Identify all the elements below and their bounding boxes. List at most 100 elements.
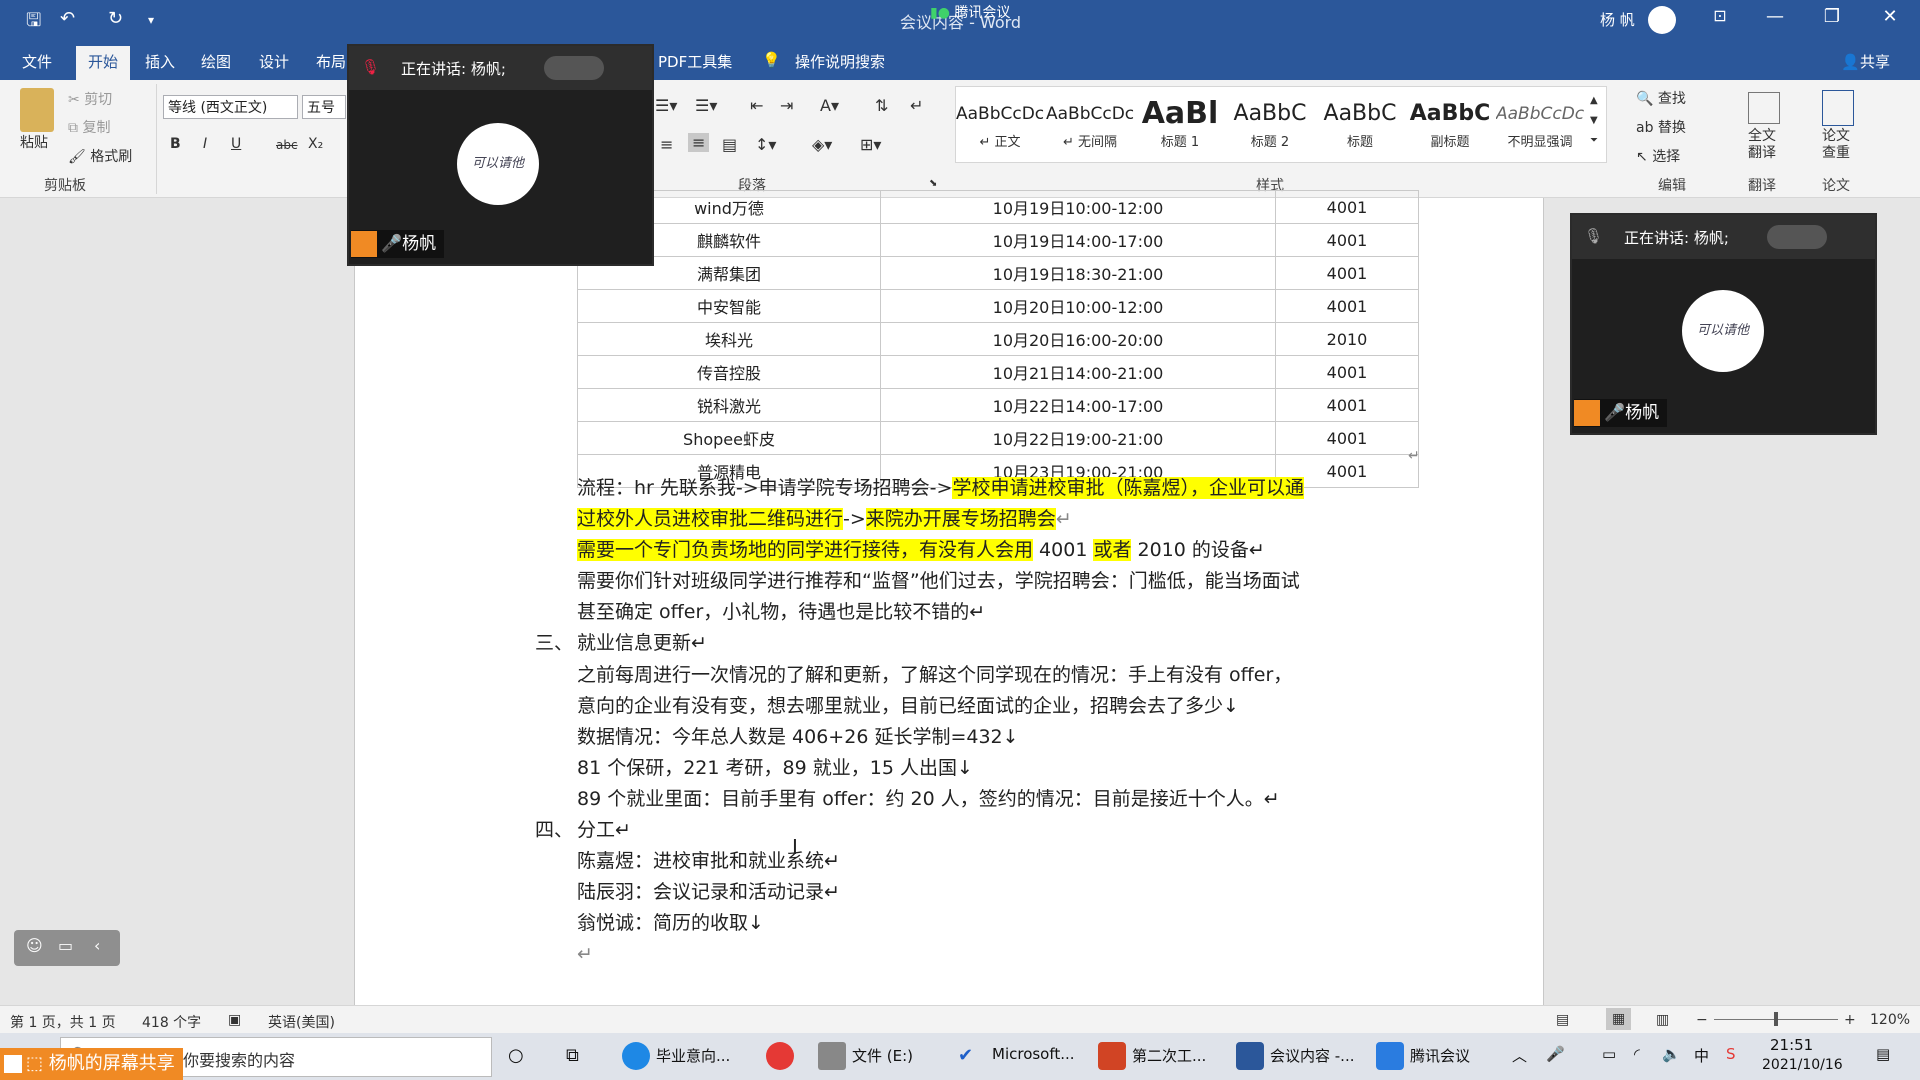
ribbon-display-icon[interactable]: ⊡ — [1700, 6, 1740, 25]
show-hidden-icons-icon[interactable]: ︿ — [1512, 1045, 1527, 1066]
time-cell[interactable]: 10月20日10:00-12:00 — [880, 289, 1276, 323]
tab-file[interactable]: 文件 — [22, 51, 52, 72]
proofing-icon[interactable]: ▣ — [228, 1012, 241, 1028]
ime-indicator[interactable]: 中 — [1694, 1045, 1709, 1066]
italic-button[interactable]: I — [203, 136, 207, 152]
translate-icon[interactable] — [1748, 92, 1780, 124]
word-count[interactable]: 418 个字 — [142, 1012, 201, 1032]
clock-date[interactable]: 2021/10/16 — [1762, 1057, 1843, 1073]
close-button[interactable]: ✕ — [1870, 6, 1910, 27]
word-icon[interactable] — [1236, 1042, 1264, 1070]
print-layout-icon[interactable]: ▦ — [1606, 1008, 1632, 1030]
style-heading-2[interactable]: AaBbC 标题 2 — [1226, 97, 1314, 159]
time-cell[interactable]: 10月20日16:00-20:00 — [880, 322, 1276, 356]
company-cell[interactable]: 埃科光 — [577, 322, 881, 356]
todo-icon[interactable]: ✔ — [958, 1045, 973, 1066]
subscript-button[interactable]: X₂ — [308, 136, 323, 152]
task-view-icon[interactable]: ⧉ — [566, 1045, 579, 1066]
style-subtle-emphasis[interactable]: AaBbCcDc 不明显强调 — [1496, 97, 1584, 159]
underline-button[interactable]: U — [231, 136, 241, 152]
tab-pdf-tools[interactable]: PDF工具集 — [658, 51, 732, 72]
shading-icon[interactable]: ◈▾ — [812, 135, 832, 154]
line-spacing-icon[interactable]: ↕▾ — [755, 135, 776, 154]
sogou-icon[interactable]: S — [1726, 1045, 1736, 1063]
room-cell[interactable]: 4001 — [1275, 256, 1419, 290]
cortana-icon[interactable]: ○ — [508, 1045, 524, 1066]
tab-layout[interactable]: 布局 — [316, 51, 346, 72]
room-cell[interactable]: 4001 — [1275, 289, 1419, 323]
tell-me-search[interactable]: 操作说明搜索 — [795, 51, 885, 72]
time-cell[interactable]: 10月21日14:00-21:00 — [880, 355, 1276, 389]
account-avatar[interactable] — [1648, 6, 1676, 34]
cut-button[interactable]: ✂ 剪切 — [68, 89, 112, 109]
microphone-icon[interactable]: 🎤 — [1546, 1045, 1565, 1063]
meeting-video-panel-right[interactable]: 🎙 正在讲话: 杨帆; 可以请他 🎤杨帆 — [1570, 213, 1877, 435]
company-cell[interactable]: 锐科激光 — [577, 388, 881, 422]
tab-home[interactable]: 开始 — [76, 46, 131, 80]
font-name-select[interactable]: 等线 (西文正文) — [163, 95, 298, 119]
explorer-icon[interactable] — [818, 1042, 846, 1070]
time-cell[interactable]: 10月19日14:00-17:00 — [880, 223, 1276, 257]
full-translate-button[interactable]: 全文 翻译 — [1748, 128, 1776, 162]
read-mode-icon[interactable]: ▤ — [1556, 1012, 1569, 1028]
powerpoint-icon[interactable] — [1098, 1042, 1126, 1070]
paste-button[interactable]: 粘贴 — [20, 132, 48, 152]
room-cell[interactable]: 4001 — [1275, 223, 1419, 257]
wifi-icon[interactable]: ◜ — [1634, 1045, 1640, 1063]
tencent-meeting-icon[interactable] — [1376, 1042, 1404, 1070]
chinese-layout-icon[interactable]: A▾ — [820, 96, 839, 115]
time-cell[interactable]: 10月19日18:30-21:00 — [880, 256, 1276, 290]
taskbar-item-microsoft[interactable]: Microsoft... — [992, 1045, 1075, 1063]
room-cell[interactable]: 2010 — [1275, 322, 1419, 356]
bullets-icon[interactable]: ☰▾ — [655, 96, 677, 115]
page-count[interactable]: 第 1 页，共 1 页 — [10, 1012, 116, 1032]
tab-draw[interactable]: 绘图 — [201, 51, 231, 72]
copy-button[interactable]: ⧉ 复制 — [68, 117, 110, 137]
volume-icon[interactable]: 🔈 — [1662, 1045, 1681, 1063]
room-cell[interactable]: 4001 — [1275, 355, 1419, 389]
emoji-icon[interactable]: ☺ — [26, 936, 43, 955]
font-size-select[interactable]: 五号 — [302, 95, 346, 119]
sort-icon[interactable]: ⇅ — [875, 96, 888, 115]
customize-qat-icon[interactable]: ▾ — [148, 13, 154, 27]
collapse-chevron-icon[interactable]: ‹ — [94, 936, 100, 955]
room-cell[interactable]: 4001 — [1275, 388, 1419, 422]
format-painter-button[interactable]: 🖌 格式刷 — [68, 146, 132, 166]
company-cell[interactable]: 传音控股 — [577, 355, 881, 389]
time-cell[interactable]: 10月22日14:00-17:00 — [880, 388, 1276, 422]
multilevel-list-icon[interactable]: ☰▾ — [695, 96, 717, 115]
paper-check-icon[interactable] — [1822, 90, 1854, 126]
redo-icon[interactable]: ↻ — [108, 8, 123, 29]
justify-icon[interactable]: ≡ — [688, 133, 710, 152]
chat-icon[interactable]: ▭ — [58, 936, 73, 955]
undo-icon[interactable]: ↶ — [60, 8, 75, 29]
company-cell[interactable]: Shopee虾皮 — [577, 421, 881, 455]
strikethrough-button[interactable]: abc — [276, 138, 298, 152]
taskbar-item-powerpoint[interactable]: 第二次工... — [1132, 1045, 1206, 1066]
screen-share-indicator[interactable]: ⬚ 杨帆的屏幕共享 — [0, 1048, 183, 1080]
time-cell[interactable]: 10月22日19:00-21:00 — [880, 421, 1276, 455]
notification-icon[interactable]: ▤ — [1876, 1045, 1890, 1063]
gallery-more-icon[interactable]: ⏷ — [1590, 135, 1598, 146]
zoom-slider-thumb[interactable] — [1774, 1012, 1778, 1026]
decrease-indent-icon[interactable]: ⇤ — [750, 96, 763, 115]
style-title[interactable]: AaBbC 标题 — [1316, 97, 1404, 159]
account-name[interactable]: 杨 帆 — [1600, 9, 1635, 30]
share-button[interactable]: 👤共享 — [1841, 51, 1890, 72]
increase-indent-icon[interactable]: ⇥ — [780, 96, 793, 115]
gallery-scroll-down-icon[interactable]: ▼ — [1590, 115, 1598, 126]
tab-design[interactable]: 设计 — [259, 51, 289, 72]
taskbar-item-meeting[interactable]: 腾讯会议 — [1410, 1045, 1470, 1066]
room-cell[interactable]: 4001 — [1275, 190, 1419, 224]
chrome-icon[interactable] — [766, 1042, 794, 1070]
style-no-spacing[interactable]: AaBbCcDc ↵ 无间隔 — [1046, 97, 1134, 159]
taskbar-item-edge[interactable]: 毕业意向... — [656, 1045, 730, 1066]
style-heading-1[interactable]: AaBl 标题 1 — [1136, 97, 1224, 159]
align-left-icon[interactable]: ≡ — [660, 135, 673, 154]
time-cell[interactable]: 10月19日10:00-12:00 — [880, 190, 1276, 224]
zoom-out-icon[interactable]: − — [1696, 1012, 1708, 1028]
paragraph-launcher-icon[interactable]: ⬊ — [929, 178, 937, 189]
style-normal[interactable]: AaBbCcDc ↵ 正文 — [956, 97, 1044, 159]
distribute-icon[interactable]: ▤ — [722, 135, 737, 154]
taskbar-item-explorer[interactable]: 文件 (E:) — [852, 1045, 913, 1066]
